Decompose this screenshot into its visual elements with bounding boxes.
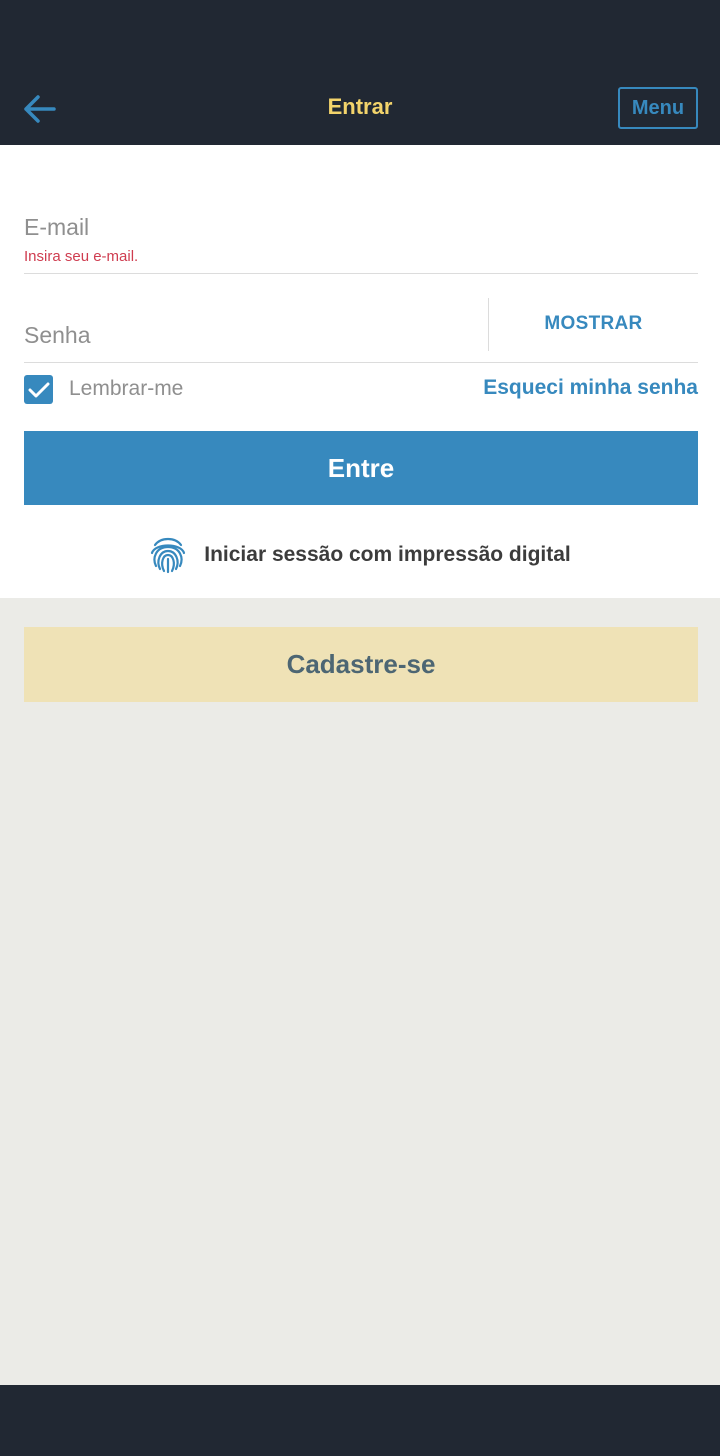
fingerprint-login-button[interactable]: Iniciar sessão com impressão digital bbox=[0, 535, 720, 575]
fingerprint-label: Iniciar sessão com impressão digital bbox=[204, 543, 571, 566]
password-field[interactable]: Senha MOSTRAR bbox=[24, 298, 698, 363]
password-placeholder: Senha bbox=[24, 322, 91, 348]
show-password-button[interactable]: MOSTRAR bbox=[489, 298, 698, 350]
email-field[interactable]: E-mail Insira seu e-mail. bbox=[24, 210, 698, 274]
forgot-password-link[interactable]: Esqueci minha senha bbox=[483, 376, 698, 400]
remember-label[interactable]: Lembrar-me bbox=[69, 377, 183, 401]
remember-row: Lembrar-me Esqueci minha senha bbox=[24, 373, 698, 405]
email-placeholder: E-mail bbox=[24, 214, 90, 240]
signup-button[interactable]: Cadastre-se bbox=[24, 627, 698, 702]
menu-button[interactable]: Menu bbox=[618, 87, 698, 129]
login-button[interactable]: Entre bbox=[24, 431, 698, 505]
login-card: E-mail Insira seu e-mail. Senha MOSTRAR … bbox=[0, 145, 720, 598]
bottom-bar bbox=[0, 1385, 720, 1456]
remember-checkbox[interactable] bbox=[24, 375, 53, 404]
app-header: Entrar Menu bbox=[0, 0, 720, 145]
email-error-message: Insira seu e-mail. bbox=[24, 248, 139, 265]
checkmark-icon bbox=[28, 382, 49, 397]
fingerprint-icon bbox=[151, 537, 186, 574]
page-title: Entrar bbox=[327, 94, 393, 119]
